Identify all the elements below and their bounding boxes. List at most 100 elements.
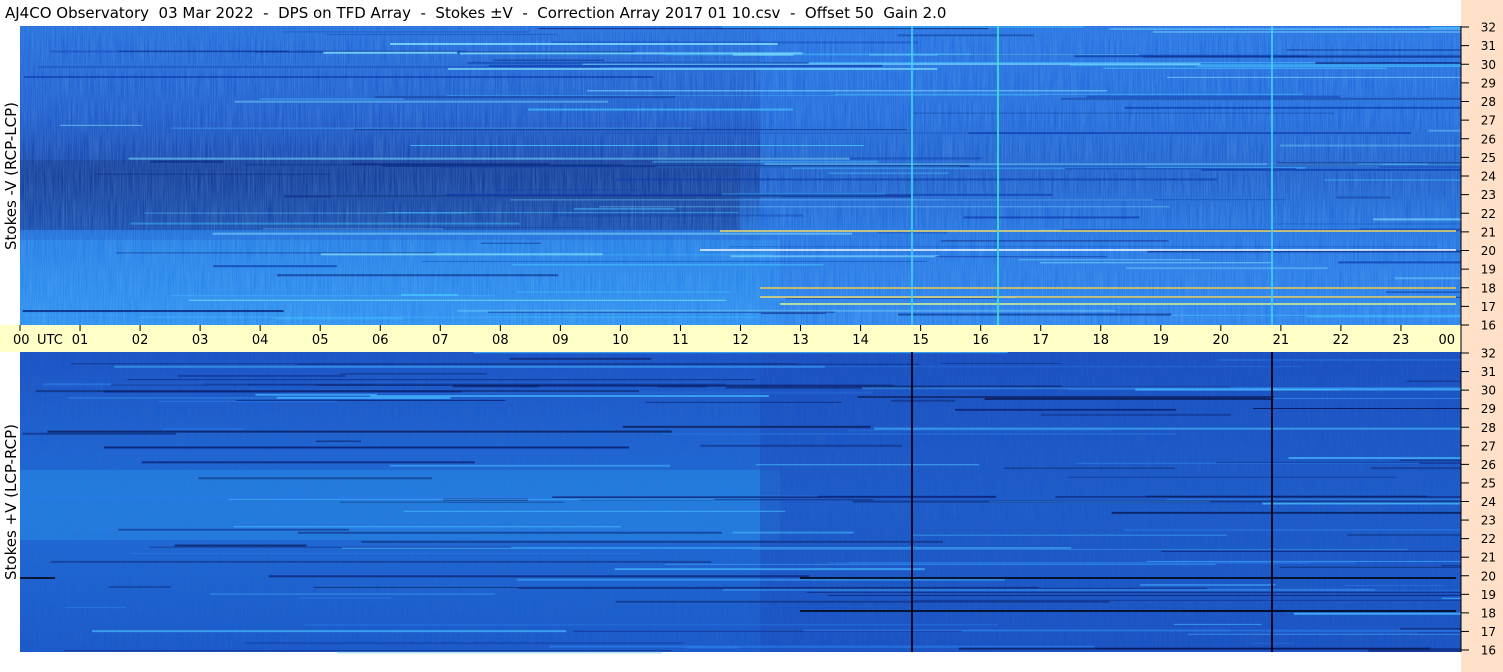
spectrogram-streak xyxy=(64,606,127,608)
spectrogram-streak xyxy=(1166,76,1461,78)
spectrogram-streak xyxy=(874,427,1461,430)
spectrogram-streak xyxy=(47,430,672,433)
spectrogram-streak xyxy=(1368,649,1461,652)
spectrogram-streak xyxy=(447,67,938,70)
spectrogram-streak xyxy=(1357,163,1461,165)
frequency-tick-label: 28 xyxy=(1481,421,1496,435)
time-tick-label: 07 xyxy=(432,333,449,348)
spectrogram-streak xyxy=(1359,228,1461,230)
spectrogram-streak xyxy=(1347,534,1461,536)
spectrogram-streak xyxy=(22,432,177,435)
spectrogram-streak xyxy=(488,64,883,67)
spectrogram-streak xyxy=(1370,467,1461,470)
spectrogram-streak xyxy=(549,645,1095,648)
spectrogram-streak xyxy=(174,544,307,547)
frequency-tick-label: 32 xyxy=(1481,347,1496,361)
spectrogram-streak xyxy=(554,214,804,217)
frequency-tick-label: 28 xyxy=(1481,95,1496,109)
spectrogram-streak xyxy=(235,399,506,401)
time-tick-label: 01 xyxy=(72,333,89,348)
spectrogram-streak xyxy=(422,260,927,262)
spectrogram-streak xyxy=(234,100,609,103)
spectrogram-streak xyxy=(927,589,1461,591)
time-tick-label: 19 xyxy=(1153,333,1170,348)
frequency-tick-label: 20 xyxy=(1481,244,1496,258)
frequency-tick-label: 25 xyxy=(1481,476,1496,490)
spectrogram-streak xyxy=(509,199,1154,201)
time-tick-label: 17 xyxy=(1032,333,1049,348)
frequency-tick-label: 18 xyxy=(1481,606,1496,620)
spectrogram-streak xyxy=(1145,495,1427,497)
spectrogram-streak xyxy=(518,587,1208,589)
emission-band xyxy=(700,249,1456,251)
spectrogram-streak xyxy=(828,172,949,174)
spectrogram-streak xyxy=(68,397,441,399)
spectrogram-streak xyxy=(1267,397,1461,399)
spectrogram-streak xyxy=(1061,97,1461,100)
spectrogram-streak xyxy=(1076,462,1420,464)
absorption-band xyxy=(800,610,1456,612)
spectrogram-streak xyxy=(516,291,730,293)
spectrogram-streak xyxy=(525,254,771,256)
time-tick-label: 09 xyxy=(552,333,569,348)
frequency-tick-label: 30 xyxy=(1481,58,1496,72)
spectrogram-streak xyxy=(339,373,487,375)
spectrogram-streak xyxy=(353,129,907,131)
spectrogram-streak xyxy=(1347,56,1461,58)
spectrogram-streak xyxy=(481,242,542,244)
vertical-marker xyxy=(911,352,913,652)
spectrogram-streak xyxy=(118,528,350,531)
spectrogram-streak xyxy=(1095,648,1461,650)
spectrogram-streak xyxy=(1336,196,1391,199)
spectrogram-streak xyxy=(370,394,769,397)
spectrogram-streak xyxy=(615,600,1110,603)
spectrogram-streak xyxy=(1253,407,1461,409)
time-tick-label: 20 xyxy=(1213,333,1230,348)
frequency-tick-label: 32 xyxy=(1481,21,1496,35)
spectrogram-streak xyxy=(1279,144,1461,147)
frequency-tick-label: 17 xyxy=(1481,300,1496,314)
frequency-tick-label: 25 xyxy=(1481,151,1496,165)
spectrogram-streak xyxy=(912,534,1227,536)
spectrogram-streak xyxy=(351,163,550,166)
spectrogram-streak xyxy=(1111,511,1461,514)
spectrogram-streak xyxy=(1338,261,1461,264)
spectrogram-streak xyxy=(59,124,143,126)
time-tick-label: 23 xyxy=(1393,333,1410,348)
frequency-tick-label: 19 xyxy=(1481,588,1496,602)
spectrogram-streak xyxy=(1161,550,1461,552)
spectrogram-streak xyxy=(1386,291,1461,294)
spectrogram-streak xyxy=(1352,251,1461,253)
spectrogram-streak xyxy=(685,646,740,649)
spectrogram-streak xyxy=(1039,262,1274,264)
spectrogram-streak xyxy=(63,650,672,652)
spectrogram-streak xyxy=(283,195,912,198)
spectrogram-streak xyxy=(255,393,377,396)
spectrogram-streak xyxy=(424,226,584,228)
spectrogram-streak xyxy=(1173,623,1262,625)
spectrogram-streak xyxy=(440,166,1147,168)
spectrogram-streak xyxy=(103,446,630,449)
spectrogram-streak xyxy=(857,396,1274,399)
spectrogram-streak xyxy=(233,526,621,528)
spectrogram-streak xyxy=(1166,498,1461,500)
spectrogram-streak xyxy=(1273,223,1461,225)
spectrogram-streak xyxy=(262,228,444,230)
spectrogram-streak xyxy=(1086,95,1341,98)
spectrogram-streak xyxy=(756,464,980,466)
time-tick-label: 06 xyxy=(372,333,389,348)
spectrogram-streak xyxy=(1279,566,1461,568)
spectrogram-streak xyxy=(245,642,684,644)
spectrogram-streak xyxy=(149,546,511,548)
spectrogram-streak xyxy=(511,264,824,266)
spectrogram-streak xyxy=(410,145,865,147)
spectrogram-streak xyxy=(316,384,894,386)
spectrogram-streak xyxy=(848,561,1311,564)
spectrogram-streak xyxy=(389,464,671,467)
spectrogram-streak xyxy=(1417,632,1461,634)
spectrogram-streak xyxy=(103,390,462,393)
absorption-band xyxy=(20,577,55,579)
spectrogram-streak xyxy=(730,255,939,258)
spectrogram-streak xyxy=(1217,358,1461,361)
spectrogram-streak xyxy=(1140,583,1276,586)
